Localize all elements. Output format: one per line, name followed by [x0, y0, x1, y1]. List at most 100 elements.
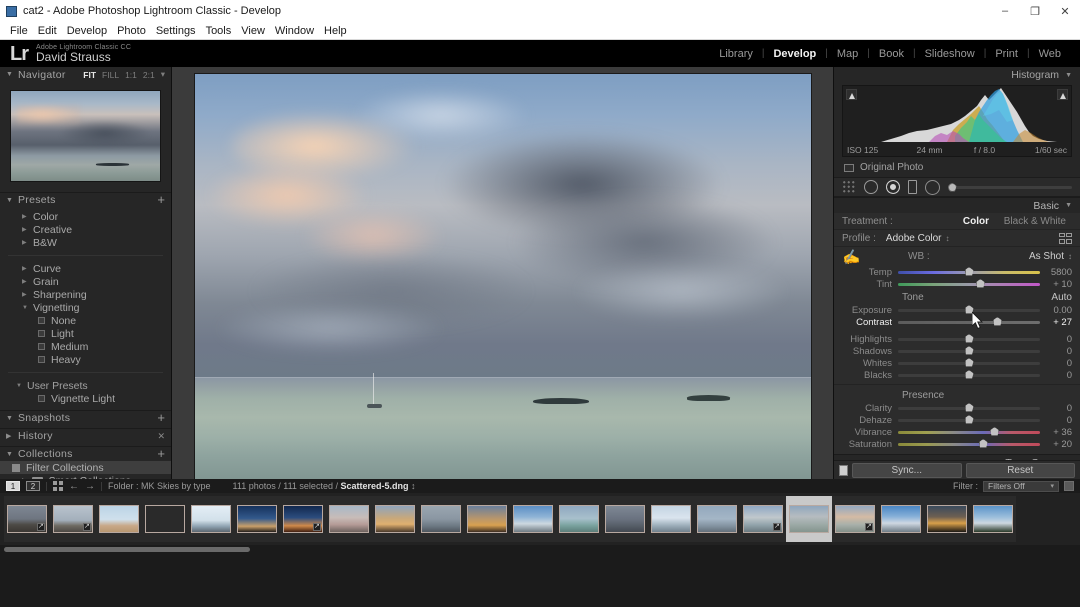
module-slideshow[interactable]: Slideshow [916, 48, 984, 60]
sync-button[interactable]: Sync... [852, 463, 962, 478]
filmstrip-thumbnail[interactable] [418, 496, 464, 542]
preset-vignetting-light[interactable]: Light [0, 327, 171, 340]
slider-track[interactable] [898, 443, 1040, 446]
snapshots-header[interactable]: ▼ Snapshots + [0, 410, 171, 425]
zoom-more-icon[interactable]: ▾ [161, 69, 165, 80]
filmstrip-thumbnail[interactable] [602, 496, 648, 542]
filmstrip-thumbnail[interactable] [740, 496, 786, 542]
add-snapshot-button[interactable]: + [157, 413, 165, 423]
preset-vignetting-heavy[interactable]: Heavy [0, 353, 171, 366]
filmstrip-thumbnail[interactable] [372, 496, 418, 542]
filmstrip-thumbnail[interactable] [326, 496, 372, 542]
module-develop[interactable]: Develop [764, 48, 825, 60]
filmstrip-thumbnail[interactable] [648, 496, 694, 542]
grid-view-icon[interactable] [53, 481, 63, 491]
filmstrip-thumbnail[interactable] [694, 496, 740, 542]
zoom-fill[interactable]: FILL [102, 70, 119, 80]
current-file-name[interactable]: Scattered-5.dng [340, 481, 408, 491]
filmstrip-thumbnail[interactable] [4, 496, 50, 542]
preset-group-grain[interactable]: ▶ Grain [0, 275, 171, 288]
slider-knob[interactable] [965, 415, 974, 424]
slider-knob[interactable] [979, 439, 988, 448]
slider-track[interactable] [898, 362, 1040, 365]
menu-view[interactable]: View [236, 24, 270, 38]
slider-clarity[interactable]: Clarity 0 [834, 402, 1080, 414]
menu-settings[interactable]: Settings [151, 24, 201, 38]
preset-group-sharpening[interactable]: ▶ Sharpening [0, 288, 171, 301]
slider-knob[interactable] [965, 403, 974, 412]
profile-caret-icon[interactable]: ↕ [946, 234, 950, 243]
menu-edit[interactable]: Edit [33, 24, 62, 38]
preset-group-color[interactable]: ▶ Color [0, 210, 171, 223]
zoom-fit[interactable]: FIT [83, 70, 96, 80]
slider-tint[interactable]: Tint + 10 [834, 278, 1080, 290]
slider-track[interactable] [898, 321, 1040, 324]
treatment-color-option[interactable]: Color [957, 216, 995, 227]
filmstrip-thumbnail[interactable] [510, 496, 556, 542]
forward-arrow-icon[interactable]: → [85, 481, 95, 492]
slider-track[interactable] [898, 407, 1040, 410]
slider-knob[interactable] [976, 279, 985, 288]
sync-switch-icon[interactable] [839, 465, 848, 476]
screen-1-button[interactable]: 1 [6, 481, 20, 491]
slider-knob[interactable] [965, 267, 974, 276]
slider-knob[interactable] [990, 427, 999, 436]
filter-collections-row[interactable]: Filter Collections [0, 461, 171, 474]
navigator-header[interactable]: ▼ Navigator FIT FILL 1:1 2:1 ▾ [0, 67, 171, 82]
slider-track[interactable] [898, 309, 1040, 312]
module-library[interactable]: Library [710, 48, 762, 60]
filmstrip-thumbnail[interactable] [234, 496, 280, 542]
menu-photo[interactable]: Photo [112, 24, 151, 38]
wb-value[interactable]: As Shot [1029, 251, 1064, 262]
history-header[interactable]: ▶ History ✕ [0, 428, 171, 443]
presets-header[interactable]: ▼ Presets + [0, 192, 171, 207]
histogram-header[interactable]: Histogram ▼ [834, 67, 1080, 83]
slider-knob[interactable] [965, 358, 974, 367]
slider-track[interactable] [898, 338, 1040, 341]
slider-track[interactable] [898, 419, 1040, 422]
preset-vignetting-medium[interactable]: Medium [0, 340, 171, 353]
identity-plate[interactable]: Lr Adobe Lightroom Classic CC David Stra… [10, 44, 131, 64]
preset-group-creative[interactable]: ▶ Creative [0, 223, 171, 236]
menu-help[interactable]: Help [319, 24, 352, 38]
filmstrip-thumbnail[interactable] [878, 496, 924, 542]
photo-preview[interactable] [194, 73, 812, 485]
filmstrip-thumbnail[interactable] [142, 496, 188, 542]
scrollbar-thumb[interactable] [4, 547, 250, 552]
graduated-filter-icon[interactable] [908, 180, 917, 194]
treatment-bw-option[interactable]: Black & White [998, 216, 1072, 227]
red-eye-icon[interactable] [886, 180, 900, 194]
add-preset-button[interactable]: + [157, 195, 165, 205]
collections-header[interactable]: ▼ Collections + [0, 446, 171, 461]
original-photo-toggle[interactable]: Original Photo [834, 157, 1080, 177]
slider-dehaze[interactable]: Dehaze 0 [834, 414, 1080, 426]
slider-track[interactable] [898, 271, 1040, 274]
filmstrip-thumbnail[interactable] [280, 496, 326, 542]
slider-knob[interactable] [993, 317, 1002, 326]
filmstrip-source-label[interactable]: Folder : MK Skies by type [108, 481, 211, 491]
slider-track[interactable] [898, 350, 1040, 353]
slider-contrast[interactable]: Contrast + 27 [834, 316, 1080, 328]
spot-removal-icon[interactable] [864, 180, 878, 194]
reset-button[interactable]: Reset [966, 463, 1076, 478]
white-balance-selector-icon[interactable]: ✍ [841, 247, 861, 267]
close-button[interactable]: ✕ [1050, 0, 1080, 22]
slider-track[interactable] [898, 283, 1040, 286]
filmstrip-thumbnail[interactable] [464, 496, 510, 542]
filmstrip-thumbnail[interactable] [188, 496, 234, 542]
minimize-button[interactable]: – [990, 0, 1020, 22]
slider-knob[interactable] [965, 305, 974, 314]
slider-saturation[interactable]: Saturation + 20 [834, 438, 1080, 450]
crop-overlay-icon[interactable] [842, 180, 856, 194]
filmstrip-scrollbar[interactable] [0, 545, 1080, 555]
auto-tone-button[interactable]: Auto [1051, 292, 1072, 303]
module-print[interactable]: Print [986, 48, 1027, 60]
slider-shadows[interactable]: Shadows 0 [834, 345, 1080, 357]
slider-track[interactable] [898, 431, 1040, 434]
preset-group-bw[interactable]: ▶ B&W [0, 236, 171, 249]
basic-panel-header[interactable]: Basic ▼ [834, 197, 1080, 213]
module-book[interactable]: Book [870, 48, 913, 60]
preset-group-user-presets[interactable]: ▼ User Presets [0, 379, 171, 392]
slider-knob[interactable] [965, 334, 974, 343]
preset-group-vignetting[interactable]: ▼ Vignetting [0, 301, 171, 314]
